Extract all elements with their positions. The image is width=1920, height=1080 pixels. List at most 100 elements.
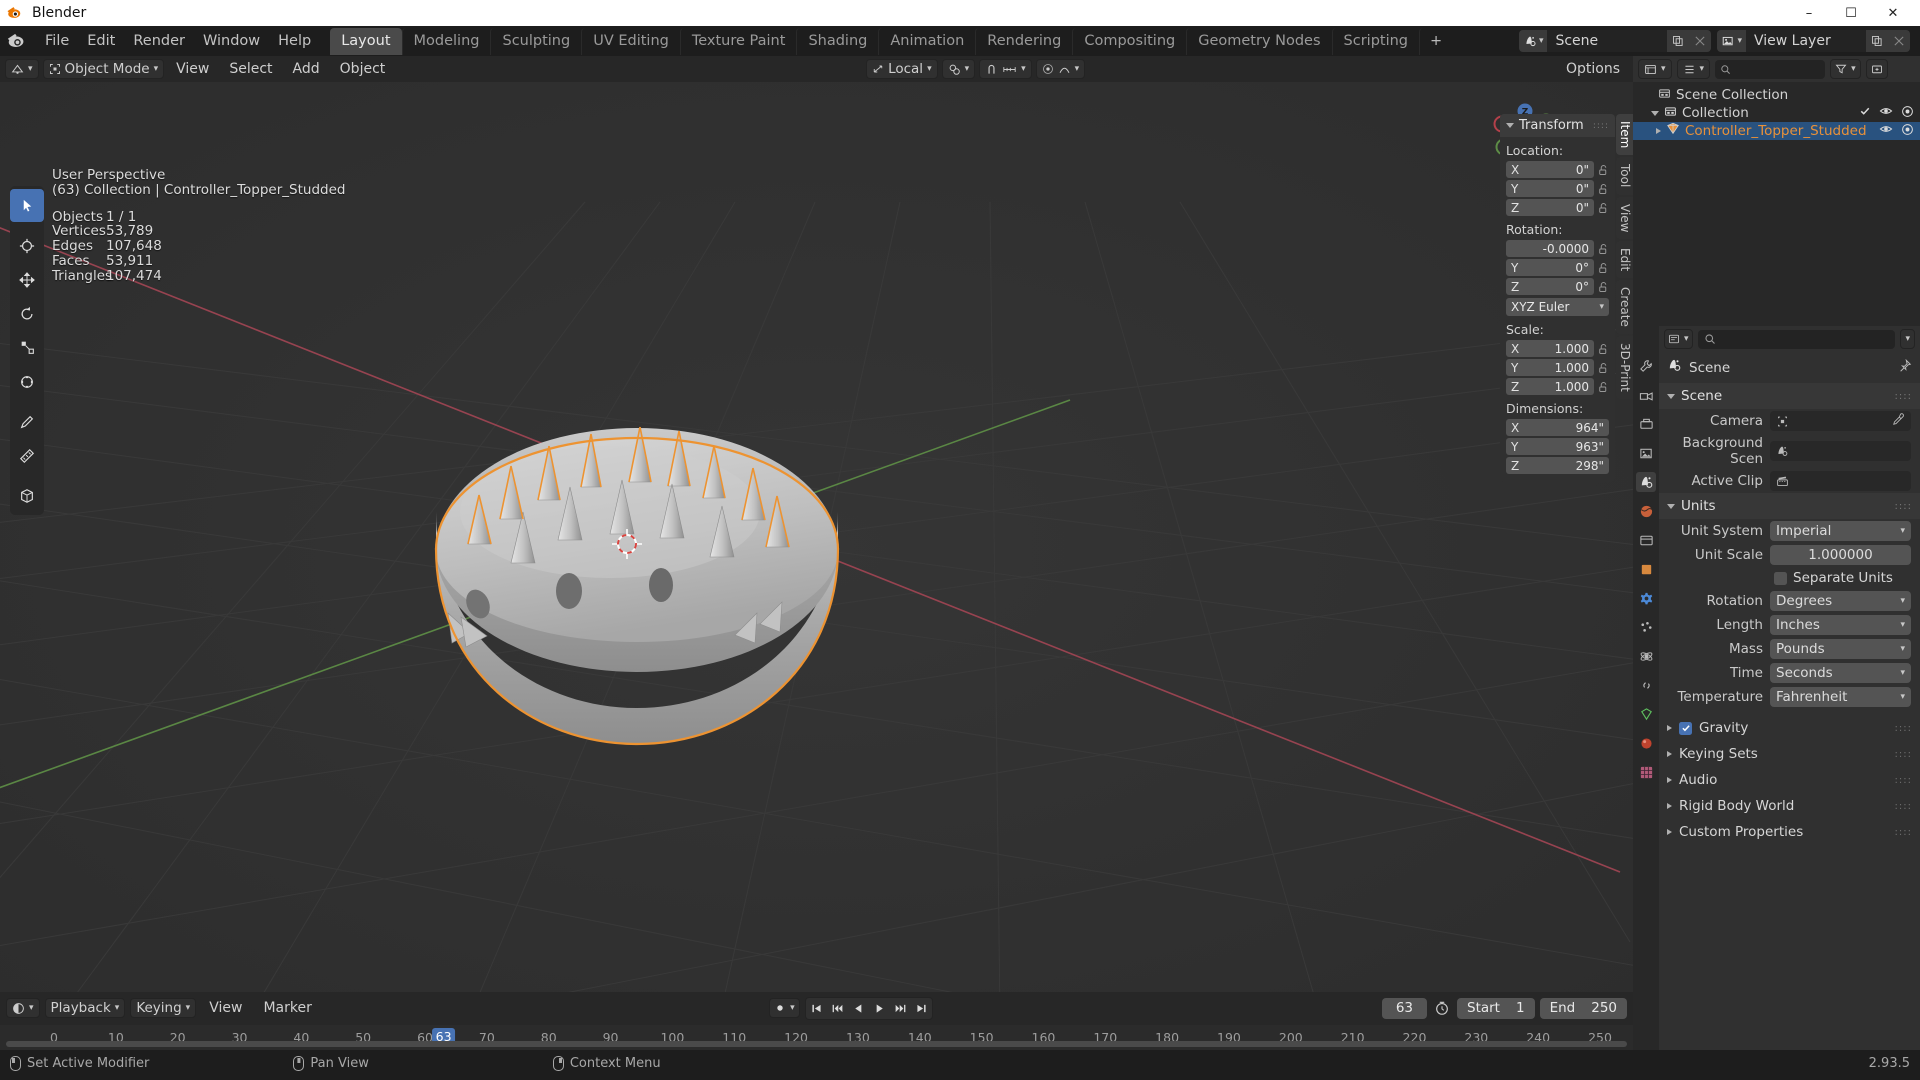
lock-open-icon[interactable] bbox=[1598, 281, 1609, 293]
properties-tab-world[interactable] bbox=[1636, 501, 1656, 521]
remove-viewlayer-button[interactable] bbox=[1888, 30, 1910, 52]
rotation-mode-dropdown[interactable]: XYZ Euler ▾ bbox=[1506, 298, 1609, 316]
lock-open-icon[interactable] bbox=[1598, 202, 1609, 214]
n-tab-edit[interactable]: Edit bbox=[1616, 241, 1633, 279]
audio-panel-header[interactable]: Audio :::: bbox=[1659, 767, 1920, 793]
lock-open-icon[interactable] bbox=[1598, 343, 1609, 355]
rotation-z-field[interactable]: Z 0° bbox=[1506, 278, 1594, 295]
eye-icon[interactable] bbox=[1879, 105, 1893, 121]
play-button[interactable] bbox=[869, 998, 890, 1019]
timeline-menu-marker[interactable]: Marker bbox=[255, 998, 319, 1018]
time-units-dropdown[interactable]: Seconds ▾ bbox=[1770, 663, 1911, 683]
properties-tab-texture[interactable] bbox=[1636, 762, 1656, 782]
viewport-menu-object[interactable]: Object bbox=[332, 59, 394, 79]
dimensions-x-row[interactable]: X 964" bbox=[1506, 419, 1609, 436]
menu-help[interactable]: Help bbox=[269, 30, 320, 52]
rotation-z-row[interactable]: Z 0° bbox=[1506, 278, 1609, 295]
viewport-menu-view[interactable]: View bbox=[168, 59, 217, 79]
timeline-horizontal-scrollbar[interactable] bbox=[6, 1041, 1627, 1048]
lock-open-icon[interactable] bbox=[1598, 381, 1609, 393]
properties-search-input[interactable] bbox=[1697, 329, 1896, 349]
workspace-tab-animation[interactable]: Animation bbox=[878, 27, 975, 55]
properties-tab-render[interactable] bbox=[1636, 385, 1656, 405]
dimensions-z-row[interactable]: Z 298" bbox=[1506, 457, 1609, 474]
timeline-menu-keying[interactable]: Keying ▾ bbox=[130, 998, 197, 1019]
tool-move[interactable] bbox=[10, 263, 44, 296]
outliner-search-input[interactable] bbox=[1715, 59, 1826, 79]
properties-tab-physics[interactable] bbox=[1636, 646, 1656, 666]
snap-toggle[interactable]: ▾ bbox=[979, 59, 1032, 79]
mass-units-dropdown[interactable]: Pounds ▾ bbox=[1770, 639, 1911, 659]
tool-rotate[interactable] bbox=[10, 297, 44, 330]
location-y-row[interactable]: Y 0" bbox=[1506, 180, 1609, 197]
viewlayer-name[interactable]: View Layer bbox=[1746, 30, 1866, 52]
pin-icon[interactable] bbox=[1898, 358, 1912, 377]
background-scene-value-field[interactable] bbox=[1770, 441, 1911, 461]
outliner-row-scene-collection[interactable]: Scene Collection bbox=[1633, 86, 1920, 104]
transform-orientation-selector[interactable]: Local ▾ bbox=[866, 59, 938, 79]
3d-viewport-canvas[interactable]: User Perspective (63) Collection | Contr… bbox=[0, 82, 1633, 992]
menu-file[interactable]: File bbox=[36, 30, 78, 52]
frame-end-field[interactable]: End 250 bbox=[1539, 997, 1628, 1019]
proportional-editing-toggle[interactable]: ▾ bbox=[1035, 59, 1086, 79]
scale-z-field[interactable]: Z 1.000 bbox=[1506, 378, 1594, 395]
camera-render-icon[interactable] bbox=[1901, 123, 1914, 140]
length-units-dropdown[interactable]: Inches ▾ bbox=[1770, 615, 1911, 635]
tool-tweak-select[interactable] bbox=[10, 189, 44, 222]
use-preview-range-icon[interactable] bbox=[1432, 1000, 1452, 1016]
new-scene-button[interactable] bbox=[1667, 30, 1690, 52]
separate-units-checkbox[interactable] bbox=[1774, 571, 1787, 585]
auto-keying-toggle[interactable]: ▾ bbox=[769, 998, 800, 1019]
rigid-body-world-panel-header[interactable]: Rigid Body World :::: bbox=[1659, 793, 1920, 819]
properties-editor-type[interactable]: ▾ bbox=[1664, 329, 1693, 349]
scale-y-field[interactable]: Y 1.000 bbox=[1506, 359, 1594, 376]
properties-tab-modifiers[interactable] bbox=[1636, 588, 1656, 608]
rotation-y-field[interactable]: Y 0° bbox=[1506, 259, 1594, 276]
workspace-tab-geometry-nodes[interactable]: Geometry Nodes bbox=[1186, 27, 1331, 55]
temperature-units-dropdown[interactable]: Fahrenheit ▾ bbox=[1770, 687, 1911, 707]
menu-window[interactable]: Window bbox=[194, 30, 269, 52]
properties-tab-particles[interactable] bbox=[1636, 617, 1656, 637]
scale-z-row[interactable]: Z 1.000 bbox=[1506, 378, 1609, 395]
n-tab-create[interactable]: Create bbox=[1616, 280, 1633, 335]
properties-tab-output[interactable] bbox=[1636, 414, 1656, 434]
transform-panel-header[interactable]: Transform :::: bbox=[1500, 114, 1615, 137]
scale-x-row[interactable]: X 1.000 bbox=[1506, 340, 1609, 357]
properties-tab-material[interactable] bbox=[1636, 733, 1656, 753]
n-tab-item[interactable]: Item bbox=[1616, 114, 1633, 156]
workspace-tab-compositing[interactable]: Compositing bbox=[1072, 27, 1186, 55]
menu-edit[interactable]: Edit bbox=[78, 30, 124, 52]
tool-measure[interactable] bbox=[10, 439, 44, 472]
object-mode-selector[interactable]: Object Mode ▾ bbox=[42, 59, 165, 79]
dimensions-y-field[interactable]: Y 963" bbox=[1506, 438, 1609, 455]
jump-to-prev-keyframe-button[interactable] bbox=[827, 998, 848, 1019]
lock-open-icon[interactable] bbox=[1598, 164, 1609, 176]
gravity-panel-header[interactable]: Gravity :::: bbox=[1659, 715, 1920, 741]
outliner-filter-button[interactable]: ▾ bbox=[1830, 59, 1861, 79]
location-z-field[interactable]: Z 0" bbox=[1506, 199, 1594, 216]
scene-selector[interactable]: ▾ Scene bbox=[1518, 30, 1712, 52]
viewlayer-selector[interactable]: ▾ View Layer bbox=[1717, 30, 1910, 52]
maximize-button[interactable]: ☐ bbox=[1830, 0, 1872, 26]
properties-tab-object[interactable] bbox=[1636, 559, 1656, 579]
new-viewlayer-button[interactable] bbox=[1866, 30, 1888, 52]
properties-tab-scene[interactable] bbox=[1636, 472, 1656, 492]
tool-annotate[interactable] bbox=[10, 405, 44, 438]
outliner-new-collection-button[interactable] bbox=[1865, 59, 1888, 79]
properties-tab-collection[interactable] bbox=[1636, 530, 1656, 550]
outliner-row-controller-topper-studded[interactable]: Controller_Topper_Studded bbox=[1633, 122, 1920, 140]
keying-sets-panel-header[interactable]: Keying Sets :::: bbox=[1659, 741, 1920, 767]
menu-render[interactable]: Render bbox=[124, 30, 194, 52]
rotation-x-row[interactable]: -0.0000 bbox=[1506, 240, 1609, 257]
camera-eyedropper-icon[interactable] bbox=[1892, 412, 1905, 430]
timeline-menu-playback[interactable]: Playback ▾ bbox=[44, 998, 126, 1019]
tool-transform[interactable] bbox=[10, 365, 44, 398]
dimensions-z-field[interactable]: Z 298" bbox=[1506, 457, 1609, 474]
workspace-tab-modeling[interactable]: Modeling bbox=[401, 27, 491, 55]
viewport-menu-select[interactable]: Select bbox=[221, 59, 280, 79]
snapping-pivot-selector[interactable]: ▾ bbox=[941, 59, 976, 79]
checkbox-icon[interactable] bbox=[1859, 105, 1871, 121]
remove-scene-button[interactable] bbox=[1689, 30, 1712, 52]
dimensions-y-row[interactable]: Y 963" bbox=[1506, 438, 1609, 455]
timeline-menu-view[interactable]: View bbox=[201, 998, 250, 1018]
